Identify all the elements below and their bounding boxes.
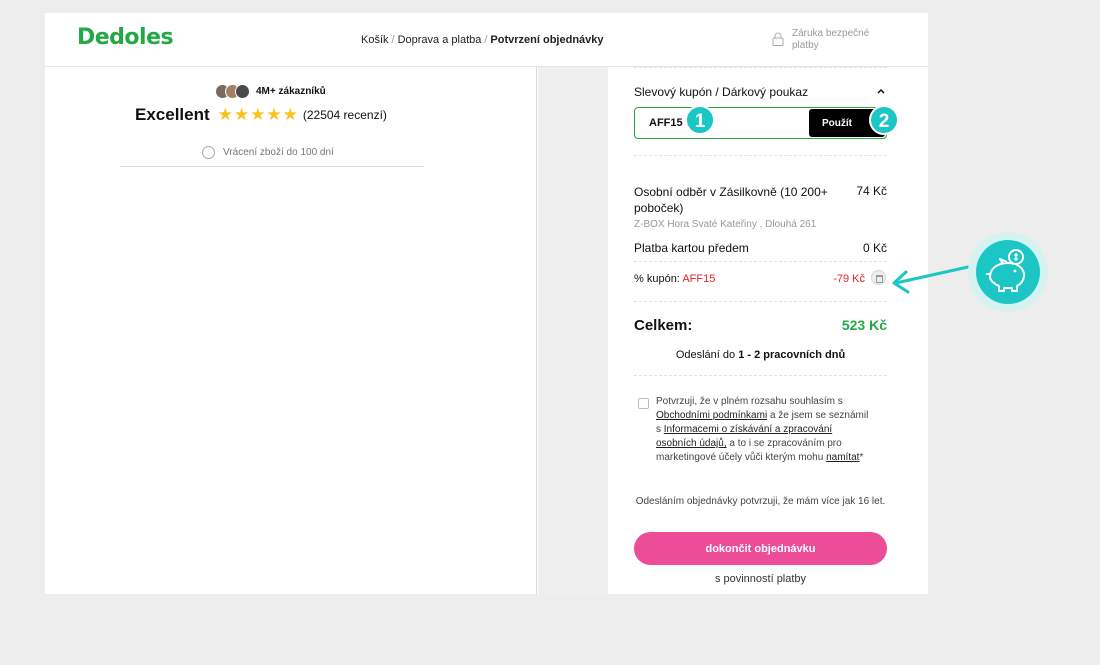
arrow-icon bbox=[892, 265, 970, 294]
breadcrumb-confirmation: Potvrzení objednávky bbox=[490, 34, 604, 46]
shipping-address: Z-BOX Hora Svaté Kateřiny , Dlouhá 261 bbox=[634, 219, 817, 230]
piggy-bank-badge bbox=[976, 240, 1040, 304]
shipping-line: Osobní odběr v Zásilkovně (10 200+ poboč… bbox=[634, 184, 887, 216]
breadcrumb-separator: / bbox=[391, 34, 395, 46]
shipping-name: Osobní odběr v Zásilkovně (10 200+ poboč… bbox=[634, 185, 828, 215]
avatar bbox=[235, 84, 250, 99]
age-note: Odesláním objednávky potvrzuji, že mám v… bbox=[635, 496, 886, 507]
divider bbox=[120, 166, 424, 167]
returns-info: Vrácení zboží do 100 dní bbox=[202, 146, 334, 159]
object-link[interactable]: namítat bbox=[826, 452, 859, 463]
logo[interactable]: Dedoles bbox=[77, 25, 174, 50]
step-badge-1: 1 bbox=[685, 105, 715, 135]
step-badge-2: 2 bbox=[869, 105, 899, 135]
rating-label: Excellent bbox=[135, 105, 210, 124]
payment-line: Platba kartou předem 0 Kč bbox=[634, 241, 887, 255]
consent-text: Potvrzuji, že v plném rozsahu souhlasím … bbox=[656, 395, 871, 465]
header: Dedoles Košík / Doprava a platba / Potvrzení… bbox=[45, 13, 928, 67]
divider bbox=[634, 301, 887, 302]
chevron-up-icon[interactable] bbox=[876, 86, 886, 96]
consent-text-part: Potvrzuji, že v plném rozsahu souhlasím … bbox=[656, 396, 843, 407]
star-icons: ★★★★★ bbox=[217, 105, 299, 124]
order-summary: Slevový kupón / Dárkový poukaz Použít 1 … bbox=[608, 67, 928, 594]
divider bbox=[634, 155, 887, 156]
coupon-line-code: AFF15 bbox=[682, 273, 716, 285]
return-box-icon bbox=[202, 146, 215, 159]
lock-icon bbox=[772, 32, 784, 46]
gutter bbox=[538, 67, 608, 594]
coupon-title[interactable]: Slevový kupón / Dárkový poukaz bbox=[634, 85, 808, 99]
piggy-bank-glyph bbox=[986, 249, 1025, 292]
rating: Excellent ★★★★★ (22504 recenzí) bbox=[135, 105, 387, 125]
secure-payment: Záruka bezpečné platby bbox=[772, 28, 882, 52]
consent-asterisk: * bbox=[859, 452, 864, 463]
trust-panel: 4M+ zákazníků Excellent ★★★★★ (22504 rec… bbox=[45, 67, 537, 594]
returns-text: Vrácení zboží do 100 dní bbox=[223, 147, 334, 158]
breadcrumb: Košík / Doprava a platba / Potvrzení objedná… bbox=[361, 34, 604, 46]
divider bbox=[634, 67, 887, 68]
customer-count-text: 4M+ zákazníků bbox=[256, 86, 326, 97]
breadcrumb-separator: / bbox=[484, 34, 488, 46]
customer-count: 4M+ zákazníků bbox=[215, 84, 326, 99]
breadcrumb-shipping[interactable]: Doprava a platba bbox=[398, 34, 482, 46]
divider bbox=[634, 375, 887, 376]
payment-price: 0 Kč bbox=[862, 241, 887, 255]
piggy-bank-icon bbox=[968, 232, 1048, 312]
payment-name: Platba kartou předem bbox=[634, 241, 749, 255]
coupon-field: Použít bbox=[634, 107, 887, 139]
dispatch-info: Odeslání do 1 - 2 pracovních dnů bbox=[634, 349, 887, 361]
dispatch-time: 1 - 2 pracovních dnů bbox=[738, 349, 846, 361]
breadcrumb-cart[interactable]: Košík bbox=[361, 34, 389, 46]
consent-checkbox[interactable] bbox=[638, 398, 649, 409]
finish-order-button[interactable]: dokončit objednávku bbox=[634, 532, 887, 565]
total-value: 523 Kč bbox=[841, 317, 887, 333]
coupon-line-label: % kupón: bbox=[634, 273, 680, 285]
terms-link[interactable]: Obchodními podmínkami bbox=[656, 410, 767, 421]
secure-payment-text: Záruka bezpečné platby bbox=[792, 28, 870, 51]
payment-obligation: s povinností platby bbox=[714, 573, 807, 585]
coupon-discount: -79 Kč bbox=[833, 273, 865, 285]
checkout-page: Dedoles Košík / Doprava a platba / Potvrzení… bbox=[45, 13, 928, 594]
divider bbox=[634, 261, 887, 262]
total-label: Celkem: bbox=[634, 317, 693, 334]
shipping-price: 74 Kč bbox=[856, 184, 887, 198]
coupon-line: % kupón: AFF15 -79 Kč bbox=[634, 273, 887, 285]
review-count[interactable]: (22504 recenzí) bbox=[303, 108, 387, 122]
dispatch-prefix: Odeslání do bbox=[675, 349, 736, 361]
customer-avatars bbox=[215, 84, 250, 99]
